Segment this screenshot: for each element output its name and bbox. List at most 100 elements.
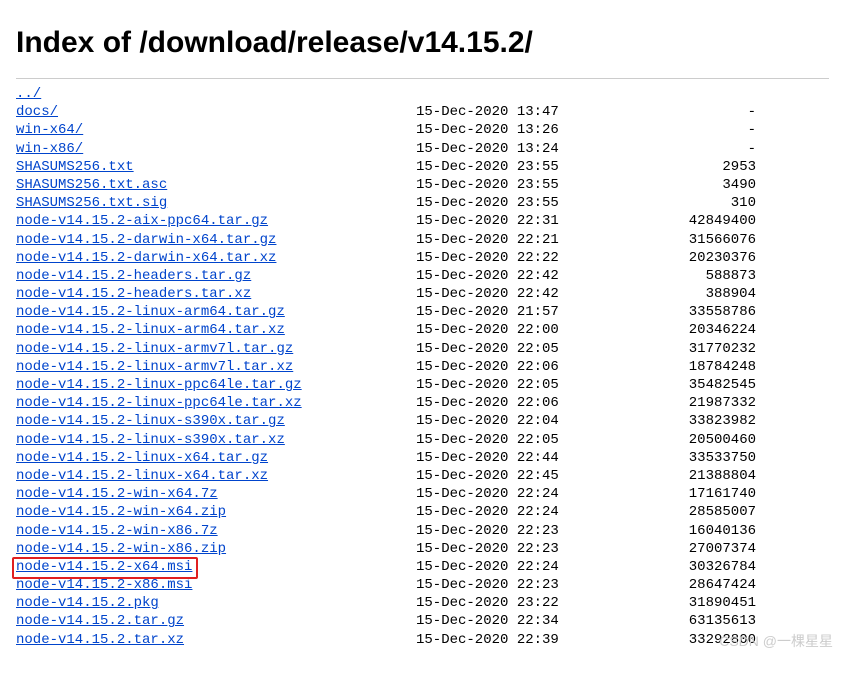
file-link[interactable]: node-v14.15.2-darwin-x64.tar.gz xyxy=(16,232,276,248)
list-item: win-x86/15-Dec-2020 13:24- xyxy=(16,140,829,158)
file-size: 588873 xyxy=(556,267,826,285)
file-link[interactable]: node-v14.15.2-aix-ppc64.tar.gz xyxy=(16,213,268,229)
file-name-cell: node-v14.15.2-win-x64.7z xyxy=(16,485,416,503)
file-name-cell: node-v14.15.2-headers.tar.xz xyxy=(16,285,416,303)
file-date: 15-Dec-2020 22:23 xyxy=(416,522,556,540)
file-link[interactable]: node-v14.15.2-win-x64.zip xyxy=(16,504,226,520)
page-title: Index of /download/release/v14.15.2/ xyxy=(16,26,829,60)
file-date: 15-Dec-2020 22:24 xyxy=(416,558,556,576)
file-date: 15-Dec-2020 22:39 xyxy=(416,631,556,649)
file-name-cell: docs/ xyxy=(16,103,416,121)
file-size: 28585007 xyxy=(556,503,826,521)
file-date: 15-Dec-2020 22:42 xyxy=(416,267,556,285)
file-link[interactable]: node-v14.15.2-x64.msi xyxy=(16,559,192,575)
file-name-cell: node-v14.15.2.tar.xz xyxy=(16,631,416,649)
file-name-cell: node-v14.15.2-x64.msi xyxy=(16,558,416,576)
file-name-cell: node-v14.15.2-x86.msi xyxy=(16,576,416,594)
file-link[interactable]: node-v14.15.2-win-x86.zip xyxy=(16,541,226,557)
list-item: node-v14.15.2-linux-x64.tar.gz15-Dec-202… xyxy=(16,449,829,467)
file-link[interactable]: node-v14.15.2-win-x86.7z xyxy=(16,523,218,539)
list-item: node-v14.15.2-linux-ppc64le.tar.gz15-Dec… xyxy=(16,376,829,394)
file-size: 20230376 xyxy=(556,249,826,267)
file-name-cell: SHASUMS256.txt.asc xyxy=(16,176,416,194)
file-date: 15-Dec-2020 22:23 xyxy=(416,540,556,558)
list-item: node-v14.15.2-linux-arm64.tar.gz15-Dec-2… xyxy=(16,303,829,321)
file-name-cell: node-v14.15.2-linux-ppc64le.tar.xz xyxy=(16,394,416,412)
file-name-cell: node-v14.15.2-linux-ppc64le.tar.gz xyxy=(16,376,416,394)
file-link[interactable]: win-x86/ xyxy=(16,141,83,157)
list-item: node-v14.15.2-win-x64.7z15-Dec-2020 22:2… xyxy=(16,485,829,503)
file-size: 31770232 xyxy=(556,340,826,358)
file-link[interactable]: node-v14.15.2.pkg xyxy=(16,595,159,611)
file-name-cell: ../ xyxy=(16,85,416,103)
list-item: node-v14.15.2-x86.msi15-Dec-2020 22:2328… xyxy=(16,576,829,594)
file-size: 20500460 xyxy=(556,431,826,449)
list-item: node-v14.15.2-headers.tar.xz15-Dec-2020 … xyxy=(16,285,829,303)
file-name-cell: node-v14.15.2-darwin-x64.tar.gz xyxy=(16,231,416,249)
file-size: 3490 xyxy=(556,176,826,194)
file-link[interactable]: node-v14.15.2-linux-armv7l.tar.xz xyxy=(16,359,293,375)
file-link[interactable]: node-v14.15.2-linux-arm64.tar.gz xyxy=(16,304,285,320)
file-link[interactable]: node-v14.15.2-win-x64.7z xyxy=(16,486,218,502)
list-item: win-x64/15-Dec-2020 13:26- xyxy=(16,121,829,139)
file-link[interactable]: node-v14.15.2.tar.gz xyxy=(16,613,184,629)
file-name-cell: node-v14.15.2-linux-armv7l.tar.xz xyxy=(16,358,416,376)
file-size: 30326784 xyxy=(556,558,826,576)
list-item: SHASUMS256.txt.asc 15-Dec-2020 23:553490 xyxy=(16,176,829,194)
file-link[interactable]: node-v14.15.2-linux-ppc64le.tar.xz xyxy=(16,395,302,411)
list-item: docs/15-Dec-2020 13:47- xyxy=(16,103,829,121)
file-link[interactable]: node-v14.15.2-linux-x64.tar.gz xyxy=(16,450,268,466)
list-item: node-v14.15.2-aix-ppc64.tar.gz15-Dec-202… xyxy=(16,212,829,230)
list-item: node-v14.15.2-win-x86.7z 15-Dec-2020 22:2… xyxy=(16,522,829,540)
file-date: 15-Dec-2020 23:55 xyxy=(416,176,556,194)
list-item: node-v14.15.2-linux-armv7l.tar.gz 15-Dec-… xyxy=(16,340,829,358)
list-item: SHASUMS256.txt 15-Dec-2020 23:552953 xyxy=(16,158,829,176)
file-link[interactable]: win-x64/ xyxy=(16,122,83,138)
list-item: node-v14.15.2-win-x86.zip 15-Dec-2020 22:… xyxy=(16,540,829,558)
file-link[interactable]: docs/ xyxy=(16,104,58,120)
file-date: 15-Dec-2020 22:23 xyxy=(416,576,556,594)
file-link[interactable]: node-v14.15.2-linux-armv7l.tar.gz xyxy=(16,341,293,357)
file-size: 17161740 xyxy=(556,485,826,503)
file-date: 15-Dec-2020 23:55 xyxy=(416,158,556,176)
file-size: 2953 xyxy=(556,158,826,176)
parent-dir-link[interactable]: ../ xyxy=(16,86,41,102)
list-item: node-v14.15.2-win-x64.zip15-Dec-2020 22:… xyxy=(16,503,829,521)
file-link[interactable]: node-v14.15.2-darwin-x64.tar.xz xyxy=(16,250,276,266)
file-listing: ../docs/15-Dec-2020 13:47-win-x64/15-Dec… xyxy=(16,85,829,649)
file-link[interactable]: node-v14.15.2-linux-x64.tar.xz xyxy=(16,468,268,484)
file-size: 42849400 xyxy=(556,212,826,230)
file-name-cell: node-v14.15.2-linux-arm64.tar.gz xyxy=(16,303,416,321)
file-link[interactable]: node-v14.15.2-linux-arm64.tar.xz xyxy=(16,322,285,338)
file-name-cell: node-v14.15.2-darwin-x64.tar.xz xyxy=(16,249,416,267)
file-size: 35482545 xyxy=(556,376,826,394)
file-link[interactable]: node-v14.15.2-linux-ppc64le.tar.gz xyxy=(16,377,302,393)
file-size: 27007374 xyxy=(556,540,826,558)
file-name-cell: node-v14.15.2.pkg xyxy=(16,594,416,612)
file-date: 15-Dec-2020 22:05 xyxy=(416,340,556,358)
file-date: 15-Dec-2020 13:26 xyxy=(416,121,556,139)
list-item: node-v14.15.2-linux-s390x.tar.gz15-Dec-2… xyxy=(16,412,829,430)
file-link[interactable]: SHASUMS256.txt.asc xyxy=(16,177,167,193)
file-name-cell: node-v14.15.2-headers.tar.gz xyxy=(16,267,416,285)
file-link[interactable]: node-v14.15.2-x86.msi xyxy=(16,577,192,593)
file-link[interactable]: SHASUMS256.txt xyxy=(16,159,134,175)
file-name-cell: node-v14.15.2-linux-s390x.tar.xz xyxy=(16,431,416,449)
file-date: 15-Dec-2020 22:22 xyxy=(416,249,556,267)
file-link[interactable]: node-v14.15.2.tar.xz xyxy=(16,632,184,648)
list-item: SHASUMS256.txt.sig15-Dec-2020 23:55310 xyxy=(16,194,829,212)
file-name-cell: SHASUMS256.txt.sig xyxy=(16,194,416,212)
file-size: 63135613 xyxy=(556,612,826,630)
file-size: - xyxy=(556,103,826,121)
file-name-cell: node-v14.15.2.tar.gz xyxy=(16,612,416,630)
file-link[interactable]: SHASUMS256.txt.sig xyxy=(16,195,167,211)
file-name-cell: node-v14.15.2-win-x86.7z xyxy=(16,522,416,540)
file-date: 15-Dec-2020 22:00 xyxy=(416,321,556,339)
divider xyxy=(16,78,829,79)
file-link[interactable]: node-v14.15.2-linux-s390x.tar.xz xyxy=(16,432,285,448)
file-link[interactable]: node-v14.15.2-headers.tar.gz xyxy=(16,268,251,284)
file-date: 15-Dec-2020 22:06 xyxy=(416,394,556,412)
file-link[interactable]: node-v14.15.2-linux-s390x.tar.gz xyxy=(16,413,285,429)
file-name-cell: node-v14.15.2-aix-ppc64.tar.gz xyxy=(16,212,416,230)
file-link[interactable]: node-v14.15.2-headers.tar.xz xyxy=(16,286,251,302)
